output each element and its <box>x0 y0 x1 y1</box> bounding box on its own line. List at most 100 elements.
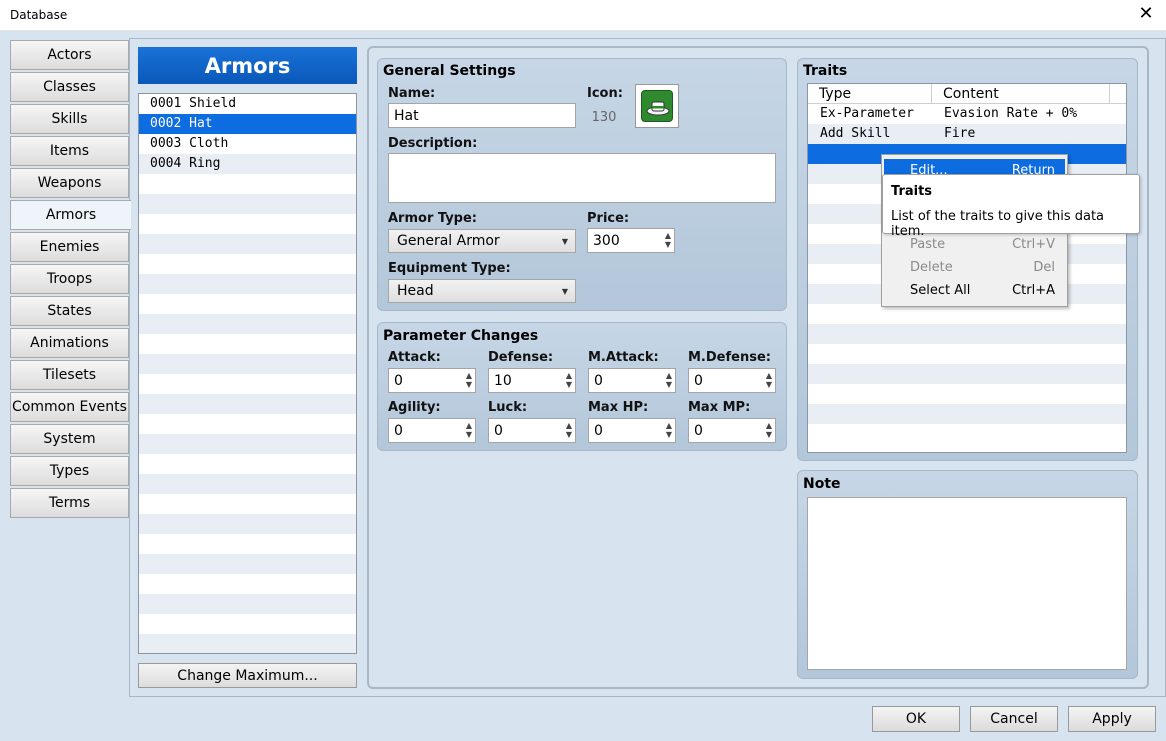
list-item[interactable] <box>139 194 356 214</box>
list-item[interactable] <box>139 434 356 454</box>
tab-troops[interactable]: Troops <box>10 264 129 294</box>
mattack-value: 0 <box>594 372 603 389</box>
luck-stepper[interactable]: 0 ▲ ▼ <box>488 418 576 443</box>
list-item[interactable] <box>139 354 356 374</box>
list-item[interactable] <box>139 394 356 414</box>
list-item[interactable] <box>139 474 356 494</box>
spin-arrows-icon[interactable]: ▲ ▼ <box>666 421 672 439</box>
luck-value: 0 <box>494 422 503 439</box>
tab-actors[interactable]: Actors <box>10 40 129 70</box>
spin-arrows-icon[interactable]: ▲ ▼ <box>766 371 772 389</box>
list-item[interactable]: 0003 Cloth <box>139 134 356 154</box>
trait-row[interactable] <box>808 304 1126 324</box>
list-item[interactable] <box>139 254 356 274</box>
list-item[interactable] <box>139 514 356 534</box>
window-title: Database <box>10 8 68 22</box>
cancel-button[interactable]: Cancel <box>970 706 1058 732</box>
tab-types[interactable]: Types <box>10 456 129 486</box>
list-item[interactable]: 0004 Ring <box>139 154 356 174</box>
icon-picker[interactable] <box>635 84 679 128</box>
tab-common-events[interactable]: Common Events <box>10 392 129 422</box>
tab-tilesets[interactable]: Tilesets <box>10 360 129 390</box>
content-column-header[interactable]: Content <box>932 84 1110 104</box>
mattack-stepper[interactable]: 0 ▲ ▼ <box>588 368 676 393</box>
spin-arrows-icon[interactable]: ▲ ▼ <box>466 421 472 439</box>
spin-arrows-icon[interactable]: ▲ ▼ <box>666 371 672 389</box>
list-item[interactable] <box>139 494 356 514</box>
list-item[interactable]: 0002 Hat <box>139 114 356 134</box>
menu-item-shortcut: Ctrl+A <box>1012 283 1055 298</box>
menu-item-select-all[interactable]: Select All Ctrl+A <box>884 279 1065 302</box>
close-icon[interactable]: ✕ <box>1134 3 1158 24</box>
list-header: Armors <box>138 47 357 84</box>
defense-stepper[interactable]: 10 ▲ ▼ <box>488 368 576 393</box>
tab-animations[interactable]: Animations <box>10 328 129 358</box>
hat-icon <box>641 90 673 122</box>
list-item[interactable] <box>139 314 356 334</box>
max-mp-label: Max MP: <box>688 400 751 415</box>
max-mp-stepper[interactable]: 0 ▲ ▼ <box>688 418 776 443</box>
tab-armors[interactable]: Armors <box>10 200 131 230</box>
list-item[interactable] <box>139 554 356 574</box>
list-item[interactable] <box>139 634 356 653</box>
defense-value: 10 <box>494 372 512 389</box>
trait-row[interactable] <box>808 404 1126 424</box>
list-item[interactable] <box>139 374 356 394</box>
trait-row[interactable] <box>808 384 1126 404</box>
spin-arrows-icon[interactable]: ▲ ▼ <box>566 421 572 439</box>
spin-arrows-icon[interactable]: ▲ ▼ <box>566 371 572 389</box>
list-item[interactable] <box>139 234 356 254</box>
list-item[interactable] <box>139 174 356 194</box>
list-item[interactable] <box>139 214 356 234</box>
tab-system[interactable]: System <box>10 424 129 454</box>
list-item[interactable] <box>139 274 356 294</box>
trait-row[interactable] <box>808 344 1126 364</box>
list-item[interactable] <box>139 414 356 434</box>
equipment-type-select[interactable]: Head ▼ <box>388 279 576 303</box>
tab-weapons[interactable]: Weapons <box>10 168 129 198</box>
list-item[interactable] <box>139 534 356 554</box>
attack-stepper[interactable]: 0 ▲ ▼ <box>388 368 476 393</box>
trait-row[interactable]: Add Skill Fire <box>808 124 1126 144</box>
chevron-down-icon: ▼ <box>561 287 568 296</box>
list-item[interactable] <box>139 594 356 614</box>
spin-arrows-icon[interactable]: ▲ ▼ <box>466 371 472 389</box>
tab-terms[interactable]: Terms <box>10 488 129 518</box>
apply-button[interactable]: Apply <box>1068 706 1156 732</box>
armor-type-value: General Armor <box>397 233 500 249</box>
trait-row[interactable] <box>808 324 1126 344</box>
tab-skills[interactable]: Skills <box>10 104 129 134</box>
tab-enemies[interactable]: Enemies <box>10 232 129 262</box>
tab-states[interactable]: States <box>10 296 129 326</box>
general-settings-title: General Settings <box>383 63 516 79</box>
trait-row[interactable]: Ex-Parameter Evasion Rate + 0% <box>808 104 1126 124</box>
tab-classes[interactable]: Classes <box>10 72 129 102</box>
list-item[interactable] <box>139 294 356 314</box>
spin-arrows-icon[interactable]: ▲ ▼ <box>766 421 772 439</box>
change-maximum-button[interactable]: Change Maximum... <box>138 663 357 688</box>
list-item[interactable] <box>139 614 356 634</box>
name-field[interactable]: Hat <box>388 103 576 128</box>
list-item[interactable] <box>139 334 356 354</box>
trait-content: Fire <box>944 126 976 141</box>
list-item[interactable] <box>139 574 356 594</box>
type-column-header[interactable]: Type <box>808 84 932 104</box>
tab-items[interactable]: Items <box>10 136 129 166</box>
mattack-label: M.Attack: <box>588 350 659 365</box>
description-field[interactable] <box>388 153 776 203</box>
armor-type-select[interactable]: General Armor ▼ <box>388 229 576 253</box>
mdefense-stepper[interactable]: 0 ▲ ▼ <box>688 368 776 393</box>
trait-row[interactable] <box>808 364 1126 384</box>
list-item[interactable] <box>139 454 356 474</box>
ok-button[interactable]: OK <box>872 706 960 732</box>
trait-row[interactable] <box>808 424 1126 444</box>
list-item[interactable]: 0001 Shield <box>139 94 356 114</box>
armor-list[interactable]: 0001 Shield 0002 Hat 0003 Cloth 0004 Ring <box>138 93 357 654</box>
note-field[interactable] <box>807 497 1127 670</box>
menu-item-delete[interactable]: Delete Del <box>884 256 1065 279</box>
price-stepper[interactable]: 300 ▲ ▼ <box>587 228 675 253</box>
spin-arrows-icon[interactable]: ▲ ▼ <box>665 231 671 249</box>
parameter-changes-title: Parameter Changes <box>383 328 539 344</box>
max-hp-stepper[interactable]: 0 ▲ ▼ <box>588 418 676 443</box>
agility-stepper[interactable]: 0 ▲ ▼ <box>388 418 476 443</box>
